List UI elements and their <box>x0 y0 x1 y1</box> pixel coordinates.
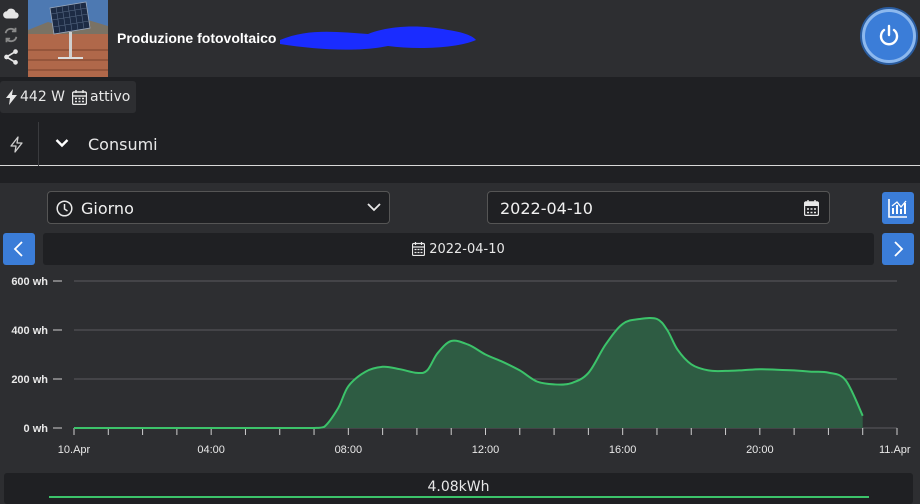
device-title: Produzione fotovoltaico <box>117 30 277 46</box>
side-toolbar <box>0 0 24 77</box>
chevron-left-icon <box>13 241 23 257</box>
y-tick-label: 0 wh <box>24 423 49 435</box>
x-tick-label: 04:00 <box>197 444 225 456</box>
consumption-chart: 0 wh200 wh400 wh600 wh 10.Apr 04:00 08:00 1… <box>11 276 911 456</box>
y-tick-label: 600 wh <box>11 276 48 288</box>
total-energy-bar: 4.08kWh <box>4 473 913 504</box>
y-axis-ticks: 0 wh 200 wh 400 wh 600 wh <box>11 276 62 435</box>
power-icon <box>879 24 899 46</box>
clock-icon <box>56 200 73 217</box>
chevron-right-icon <box>894 241 904 257</box>
previous-day-button[interactable] <box>3 233 35 265</box>
power-value: 442 W <box>20 89 66 105</box>
calendar-icon <box>72 89 87 105</box>
calendar-icon <box>412 242 426 256</box>
x-axis-ticks: 10.Apr 04:00 08:00 12:00 16:00 20:00 11.Apr <box>58 428 911 456</box>
x-tick-label: 20:00 <box>746 444 774 456</box>
series-area <box>74 317 863 428</box>
bolt-icon <box>6 89 17 105</box>
section-divider <box>38 122 39 166</box>
chevron-down-icon <box>367 203 381 212</box>
date-range-bar[interactable]: 2022-04-10 <box>43 233 874 265</box>
date-input-value: 2022-04-10 <box>500 199 593 218</box>
date-range-label: 2022-04-10 <box>429 241 505 257</box>
app-header: Produzione fotovoltaico <box>0 0 920 77</box>
power-badge: 442 W <box>0 81 72 113</box>
power-button[interactable] <box>862 9 916 63</box>
chart-type-button[interactable] <box>882 192 914 224</box>
section-header: Consumi <box>0 122 920 166</box>
device-thumbnail <box>28 0 108 77</box>
y-tick-label: 400 wh <box>11 325 48 337</box>
calendar-icon[interactable] <box>804 200 819 216</box>
x-tick-label: 16:00 <box>609 444 637 456</box>
x-tick-label: 11.Apr <box>879 444 911 456</box>
x-tick-label: 10.Apr <box>58 444 91 456</box>
cloud-icon[interactable] <box>2 5 20 23</box>
redaction-scribble <box>280 26 476 50</box>
share-icon[interactable] <box>2 48 20 66</box>
x-tick-label: 08:00 <box>335 444 363 456</box>
chart-icon <box>888 199 907 218</box>
bolt-outline-icon <box>10 136 23 153</box>
status-value: attivo <box>90 89 131 105</box>
total-energy-value: 4.08kWh <box>427 479 490 495</box>
sync-icon[interactable] <box>2 26 20 44</box>
status-badge: attivo <box>66 81 137 113</box>
period-select-value: Giorno <box>81 199 134 218</box>
total-energy-underline <box>49 496 869 498</box>
next-day-button[interactable] <box>882 233 914 265</box>
solar-panel-image <box>28 0 108 77</box>
section-title[interactable]: Consumi <box>88 135 158 154</box>
chevron-down-icon[interactable] <box>55 138 69 148</box>
y-tick-label: 200 wh <box>11 374 48 386</box>
date-input[interactable]: 2022-04-10 <box>487 191 830 224</box>
period-select[interactable]: Giorno <box>47 191 390 224</box>
x-tick-label: 12:00 <box>472 444 500 456</box>
